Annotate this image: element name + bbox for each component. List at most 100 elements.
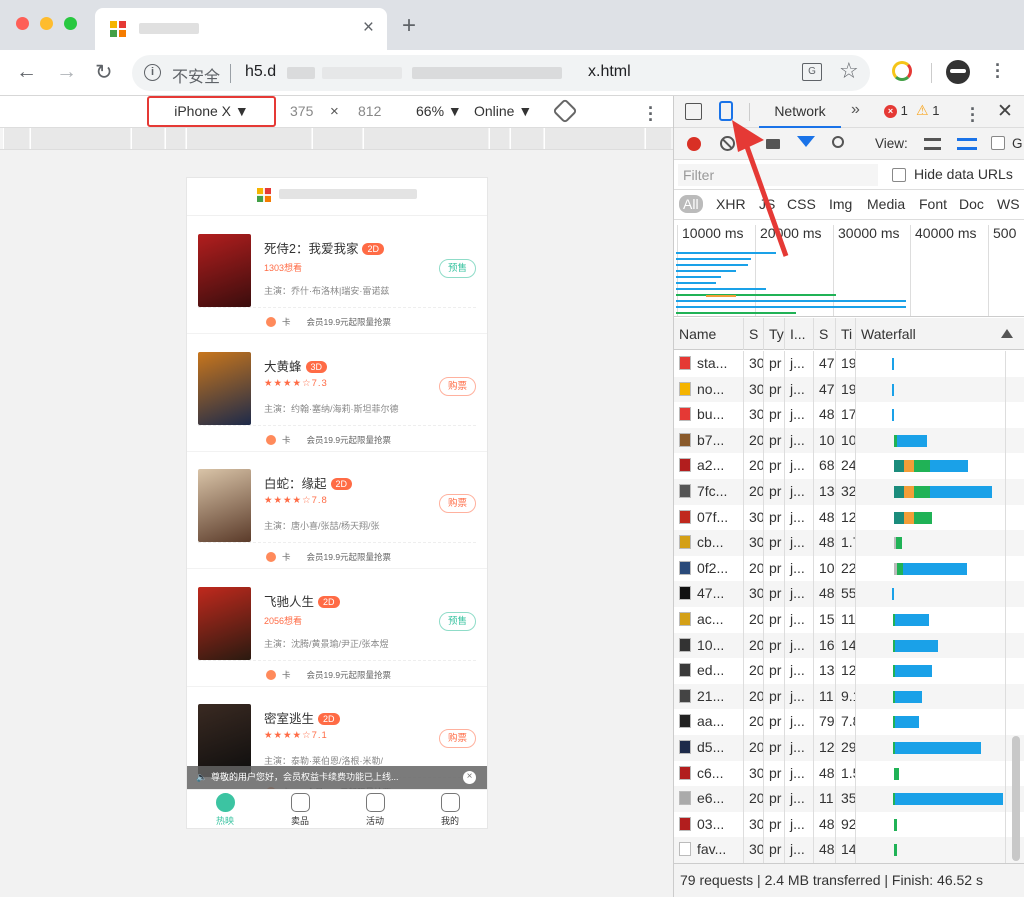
app-tab-0[interactable]: 热映 <box>195 793 255 827</box>
notice-close-icon[interactable]: × <box>463 771 476 784</box>
movie-card[interactable]: 大黄蜂 3D ★★★★☆7.3 主演：约翰·塞纳/海莉·斯坦菲尔德 购票 卡 会员1… <box>187 335 487 452</box>
group-by-frame-checkbox[interactable] <box>991 136 1005 150</box>
forward-button[interactable]: → <box>56 60 77 84</box>
browser-tab[interactable]: × <box>95 8 387 50</box>
zoom-select[interactable]: 66% ▼ <box>416 103 462 119</box>
reload-button[interactable]: ↻ <box>95 60 113 85</box>
minimize-window-button[interactable] <box>40 17 53 30</box>
info-icon[interactable]: i <box>144 64 161 81</box>
browser-menu-icon[interactable]: · · · <box>995 56 1001 86</box>
record-icon[interactable] <box>687 137 701 151</box>
column-header-0[interactable]: Name <box>674 318 744 350</box>
maximize-window-button[interactable] <box>64 17 77 30</box>
type-filter-media[interactable]: Media <box>863 195 909 213</box>
type-filter-doc[interactable]: Doc <box>955 195 988 213</box>
movie-poster[interactable] <box>198 234 251 307</box>
table-row[interactable]: cb... 30 pr j... 48 1.7 <box>674 530 1024 556</box>
device-mode-icon[interactable] <box>719 101 733 121</box>
table-row[interactable]: 07f... 30 pr j... 48 12 <box>674 504 1024 531</box>
movie-poster[interactable] <box>198 351 251 425</box>
movie-poster[interactable] <box>198 586 251 660</box>
app-tab-2[interactable]: 活动 <box>345 793 405 827</box>
app-tab-1[interactable]: 卖品 <box>270 793 330 827</box>
table-row[interactable]: a2... 20 pr j... 68 24 <box>674 453 1024 479</box>
extension-icon[interactable] <box>892 61 912 81</box>
movie-card[interactable]: 飞驰人生 2D 2056想看 主演：沈腾/黄景瑜/尹正/张本煜 预售 卡 会员19.… <box>187 570 487 687</box>
table-row[interactable]: ed... 20 pr j... 13 12 <box>674 658 1024 684</box>
table-row[interactable]: bu... 30 pr j... 48 17 <box>674 402 1024 428</box>
clear-icon[interactable] <box>720 136 735 151</box>
filter-input[interactable]: Filter <box>678 164 878 186</box>
media-query-ruler[interactable] <box>0 128 673 150</box>
table-row[interactable]: fav... 30 pr j... 48 14 <box>674 837 1024 863</box>
presale-button[interactable]: 预售 <box>439 611 476 631</box>
type-filter-css[interactable]: CSS <box>783 195 820 213</box>
type-filter-xhr[interactable]: XHR <box>712 195 750 213</box>
back-button[interactable]: ← <box>16 60 37 84</box>
table-row[interactable]: ac... 20 pr j... 15 11 <box>674 607 1024 633</box>
member-promo[interactable]: 卡 会员19.9元起限量抢票 <box>198 542 476 563</box>
member-promo[interactable]: 卡 会员19.9元起限量抢票 <box>198 659 476 681</box>
table-row[interactable]: 10... 20 pr j... 16 14 <box>674 632 1024 659</box>
address-bar[interactable]: i 不安全 h5.d x.html G ☆ <box>132 55 870 91</box>
device-width[interactable]: 375 <box>290 103 313 119</box>
type-filter-js[interactable]: JS <box>755 195 779 213</box>
large-rows-icon[interactable] <box>924 138 941 150</box>
buy-ticket-button[interactable]: 购票 <box>439 729 476 748</box>
table-row[interactable]: sta... 30 pr j... 47 19 <box>674 351 1024 377</box>
type-filter-ws[interactable]: WS <box>993 195 1024 213</box>
tab-close-icon[interactable]: × <box>363 17 374 39</box>
network-throttle-select[interactable]: Online ▼ <box>474 103 532 119</box>
table-row[interactable]: aa... 20 pr j... 79 7.8 <box>674 709 1024 735</box>
devtools-menu-icon[interactable]: · · · <box>970 100 976 130</box>
new-tab-button[interactable]: + <box>402 12 416 40</box>
table-scrollbar[interactable] <box>1012 736 1020 861</box>
table-row[interactable]: 47... 30 pr j... 48 55 <box>674 581 1024 607</box>
type-filter-font[interactable]: Font <box>915 195 951 213</box>
member-promo[interactable]: 卡 会员19.9元起限量抢票 <box>198 307 476 328</box>
translate-icon[interactable]: G <box>802 63 822 81</box>
rotate-icon[interactable] <box>552 98 578 124</box>
buy-ticket-button[interactable]: 购票 <box>439 376 476 396</box>
column-header-6[interactable]: Waterfall <box>856 318 1024 350</box>
sort-ascending-icon[interactable] <box>1001 329 1013 338</box>
type-filter-all[interactable]: All <box>679 195 703 213</box>
table-row[interactable]: 03... 30 pr j... 48 92 <box>674 811 1024 838</box>
table-row[interactable]: b7... 20 pr j... 10 10 <box>674 427 1024 454</box>
table-row[interactable]: 7fc... 20 pr j... 13 32 <box>674 479 1024 505</box>
devtools-close-button[interactable]: ✕ <box>997 100 1013 123</box>
screenshot-icon[interactable] <box>766 139 780 149</box>
column-header-1[interactable]: S <box>744 318 764 350</box>
close-window-button[interactable] <box>16 17 29 30</box>
column-header-3[interactable]: I... <box>785 318 814 350</box>
table-row[interactable]: 21... 20 pr j... 11 9.1 <box>674 683 1024 710</box>
type-filter-img[interactable]: Img <box>825 195 856 213</box>
tab-network[interactable]: Network <box>759 96 841 128</box>
column-header-5[interactable]: Ti <box>836 318 856 350</box>
column-header-2[interactable]: Ty <box>764 318 785 350</box>
presale-button[interactable]: 预售 <box>439 259 476 278</box>
more-tabs-button[interactable]: » <box>851 101 860 119</box>
movie-card[interactable]: 白蛇：缘起 2D ★★★★☆7.8 主演：唐小喜/张喆/杨天翔/张 购票 卡 会员1… <box>187 452 487 569</box>
overview-toggle-icon[interactable] <box>957 138 977 150</box>
inspect-element-icon[interactable] <box>685 103 702 120</box>
device-menu-icon[interactable]: · · · <box>648 99 654 129</box>
device-height[interactable]: 812 <box>358 103 381 119</box>
column-header-4[interactable]: S <box>814 318 836 350</box>
search-icon[interactable] <box>832 136 844 148</box>
movie-poster[interactable] <box>198 469 251 542</box>
table-row[interactable]: c6... 30 pr j... 48 1.5 <box>674 760 1024 787</box>
table-row[interactable]: e6... 20 pr j... 11 35 <box>674 786 1024 812</box>
profile-avatar[interactable] <box>946 60 970 84</box>
app-tab-3[interactable]: 我的 <box>420 793 480 827</box>
hide-data-urls-checkbox[interactable] <box>892 168 906 182</box>
warning-counter[interactable]: ⚠ 1 <box>916 102 939 119</box>
buy-ticket-button[interactable]: 购票 <box>439 494 476 513</box>
table-row[interactable]: no... 30 pr j... 47 19 <box>674 376 1024 403</box>
member-promo[interactable]: 卡 会员19.9元起限量抢票 <box>198 424 476 446</box>
table-row[interactable]: d5... 20 pr j... 12 29 <box>674 735 1024 761</box>
filter-icon[interactable] <box>797 136 815 147</box>
timeline-overview[interactable]: 10000 ms 20000 ms 30000 ms 40000 ms 500 <box>674 220 1024 317</box>
error-counter[interactable]: × 1 <box>884 103 908 118</box>
bookmark-star-icon[interactable]: ☆ <box>839 58 859 84</box>
